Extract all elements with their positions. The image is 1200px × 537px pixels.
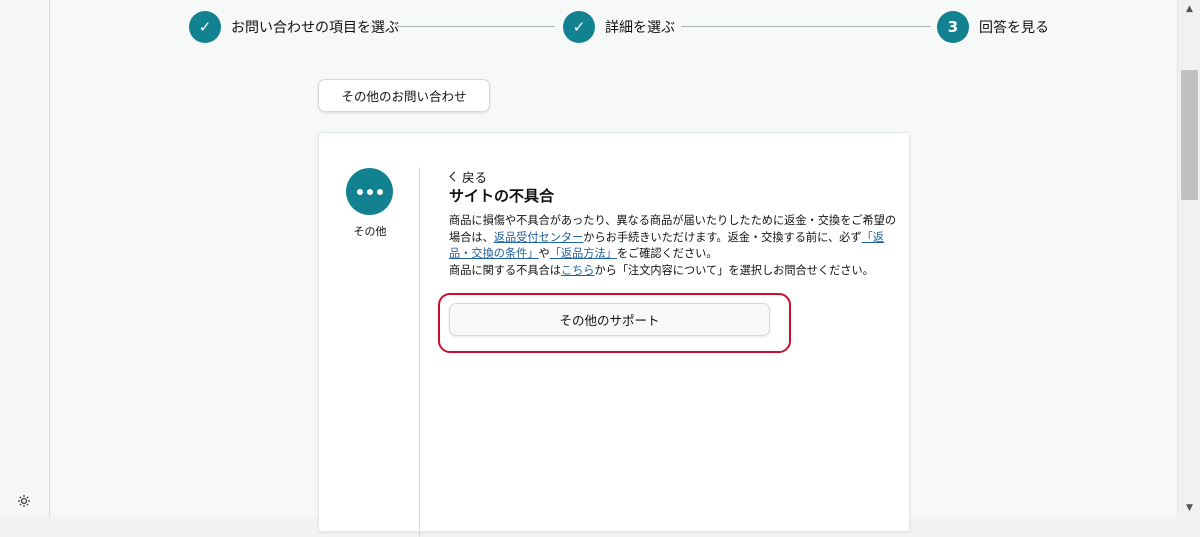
category-label: その他 (353, 225, 387, 238)
step-3-label: 回答を見る (979, 20, 1049, 36)
step-2-label: 詳細を選ぶ (605, 20, 675, 36)
description-paragraph-2: 商品に関する不具合はこちらから「注文内容について」を選択しお問合せください。 (449, 263, 899, 280)
step-connector-1 (397, 26, 555, 27)
other-support-button[interactable]: その他のサポート (449, 303, 770, 336)
step-1: ✓ お問い合わせの項目を選ぶ (189, 11, 399, 43)
here-link[interactable]: こちら (561, 264, 595, 277)
step-2: ✓ 詳細を選ぶ (563, 11, 675, 43)
desc-text: から「注文内容について」を選択しお問合せください。 (594, 263, 874, 277)
step-1-check-icon: ✓ (189, 11, 221, 43)
more-dots-icon (346, 168, 393, 215)
vertical-divider (419, 167, 420, 537)
vertical-scrollbar[interactable]: ▲ ▼ (1177, 0, 1200, 517)
scroll-thumb[interactable] (1181, 70, 1198, 200)
step-2-check-icon: ✓ (563, 11, 595, 43)
scroll-down-icon[interactable]: ▼ (1178, 499, 1200, 517)
section-title: サイトの不具合 (449, 187, 555, 205)
return-method-link[interactable]: 「返品方法」 (550, 247, 617, 260)
description: 商品に損傷や不具合があったり、異なる商品が届いたりしたために返金・交換をご希望の… (449, 213, 899, 279)
gear-icon[interactable] (17, 494, 31, 508)
step-3-number: 3 (937, 11, 969, 43)
desc-text: 商品に関する不具合は (449, 263, 561, 277)
returns-center-link[interactable]: 返品受付センター (494, 231, 584, 244)
step-connector-2 (681, 26, 931, 27)
left-gutter (0, 0, 50, 517)
back-link-label: 戻る (462, 170, 488, 185)
chevron-left-icon (449, 171, 460, 182)
back-link[interactable]: 戻る (449, 167, 487, 186)
desc-text: からお手続きいただけます。返金・交換する前に、必ず (583, 230, 862, 244)
answer-card: その他 戻る サイトの不具合 商品に損傷や不具合があったり、異なる商品が届いたり… (318, 132, 910, 537)
other-inquiry-button[interactable]: その他のお問い合わせ (318, 79, 490, 112)
main-content: ✓ お問い合わせの項目を選ぶ ✓ 詳細を選ぶ 3 回答を見る その他のお問い合わ… (51, 0, 1177, 537)
scroll-up-icon[interactable]: ▲ (1178, 0, 1200, 18)
desc-text: をご確認ください。 (616, 247, 718, 260)
desc-text: や (538, 247, 550, 260)
step-1-label: お問い合わせの項目を選ぶ (231, 20, 399, 36)
step-3: 3 回答を見る (937, 11, 1049, 43)
description-paragraph-1: 商品に損傷や不具合があったり、異なる商品が届いたりしたために返金・交換をご希望の… (449, 213, 899, 263)
